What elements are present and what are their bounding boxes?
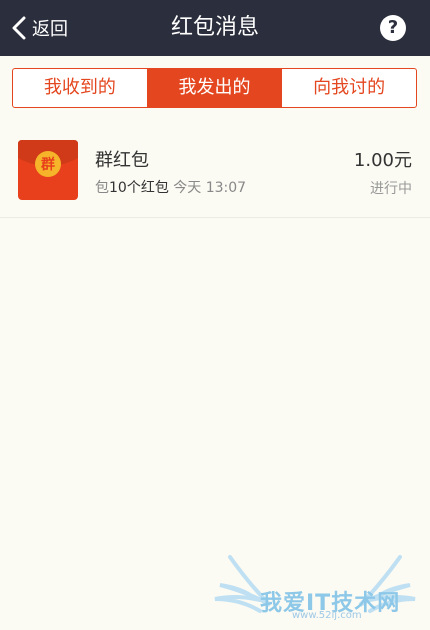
segment-tabs: 我收到的 我发出的 向我讨的 <box>12 68 417 108</box>
item-count: 10个红包 <box>109 180 169 196</box>
top-navigation-bar: 返回 红包消息 ? <box>0 0 430 56</box>
list-item[interactable]: 群 群红包 包10个红包 今天 13:07 1.00元 进行中 <box>0 125 430 218</box>
tab-requested[interactable]: 向我讨的 <box>282 69 416 107</box>
help-icon[interactable]: ? <box>380 15 406 41</box>
item-status: 进行中 <box>370 181 412 197</box>
item-subtitle: 包10个红包 今天 13:07 <box>95 177 246 197</box>
tab-received[interactable]: 我收到的 <box>13 69 148 107</box>
item-time: 今天 13:07 <box>173 180 247 196</box>
packet-icon-label: 群 <box>40 156 55 173</box>
item-prefix: 包 <box>95 180 109 196</box>
page-title: 红包消息 <box>170 15 259 40</box>
watermark-url: www.52ij.com <box>292 610 362 621</box>
tab-sent[interactable]: 我发出的 <box>147 69 283 107</box>
red-packet-icon: 群 <box>18 140 78 200</box>
watermark: 我爱IT技术网 www.52ij.com <box>210 555 420 625</box>
item-amount: 1.00元 <box>353 150 412 171</box>
item-title: 群红包 <box>95 150 149 171</box>
